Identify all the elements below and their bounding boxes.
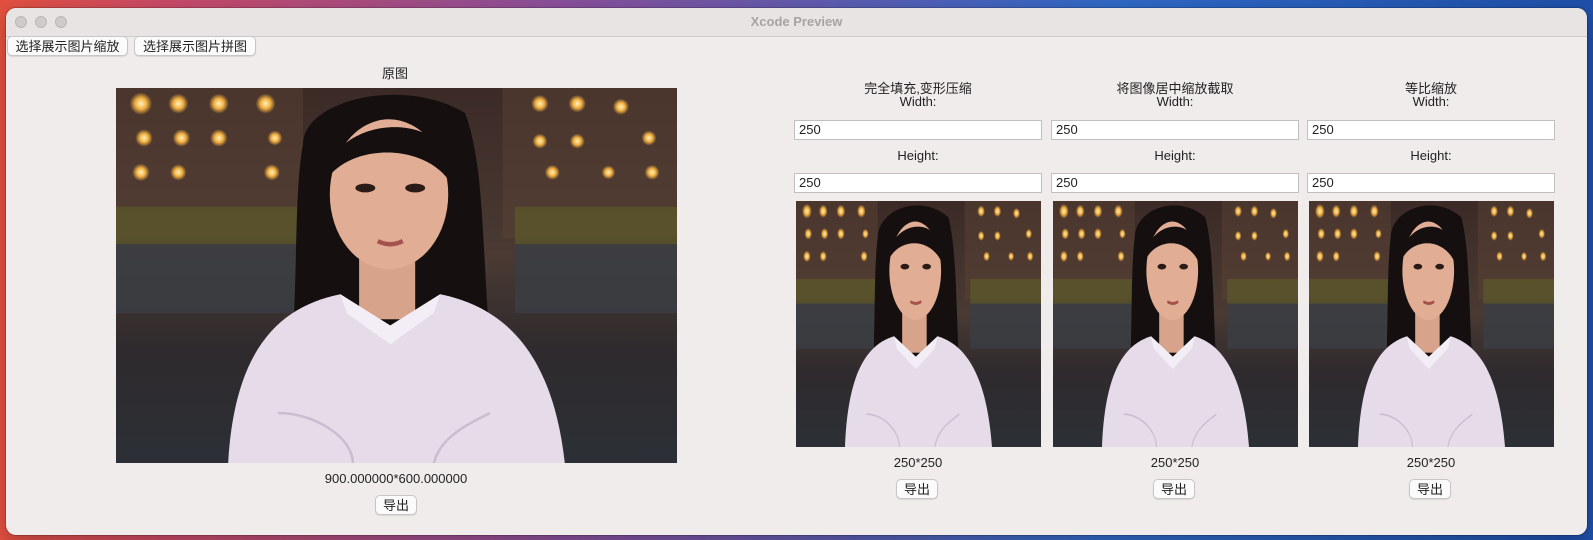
size-label: 250*250	[1150, 455, 1200, 470]
original-label: 原图	[381, 66, 408, 81]
app-window: Xcode Preview 选择展示图片缩放 选择展示图片拼图 原图 900.0…	[6, 8, 1587, 535]
width-input[interactable]: 250	[1307, 120, 1555, 140]
window-title: Xcode Preview	[750, 14, 843, 29]
title-bar: Xcode Preview	[6, 8, 1587, 37]
height-input[interactable]: 250	[794, 173, 1042, 193]
original-size-label: 900.000000*600.000000	[324, 471, 468, 486]
height-input[interactable]: 250	[1051, 173, 1299, 193]
export-button[interactable]: 导出	[896, 479, 938, 499]
height-input[interactable]: 250	[1307, 173, 1555, 193]
aspect-fit-image	[1309, 201, 1554, 447]
height-label: Height:	[1154, 148, 1196, 163]
export-button[interactable]: 导出	[1153, 479, 1195, 499]
choose-collage-images-button[interactable]: 选择展示图片拼图	[134, 36, 256, 56]
original-image	[116, 88, 677, 463]
export-button[interactable]: 导出	[1409, 479, 1451, 499]
height-label: Height:	[1410, 148, 1452, 163]
height-label: Height:	[897, 148, 939, 163]
size-label: 250*250	[1406, 455, 1456, 470]
choose-scale-images-button[interactable]: 选择展示图片缩放	[7, 36, 128, 56]
center-crop-image	[1053, 201, 1298, 447]
width-label: Width:	[1412, 94, 1450, 109]
width-input[interactable]: 250	[794, 120, 1042, 140]
size-label: 250*250	[893, 455, 943, 470]
stretch-fill-image	[796, 201, 1041, 447]
width-input[interactable]: 250	[1051, 120, 1299, 140]
export-original-button[interactable]: 导出	[375, 495, 417, 515]
width-label: Width:	[1156, 94, 1194, 109]
width-label: Width:	[899, 94, 937, 109]
